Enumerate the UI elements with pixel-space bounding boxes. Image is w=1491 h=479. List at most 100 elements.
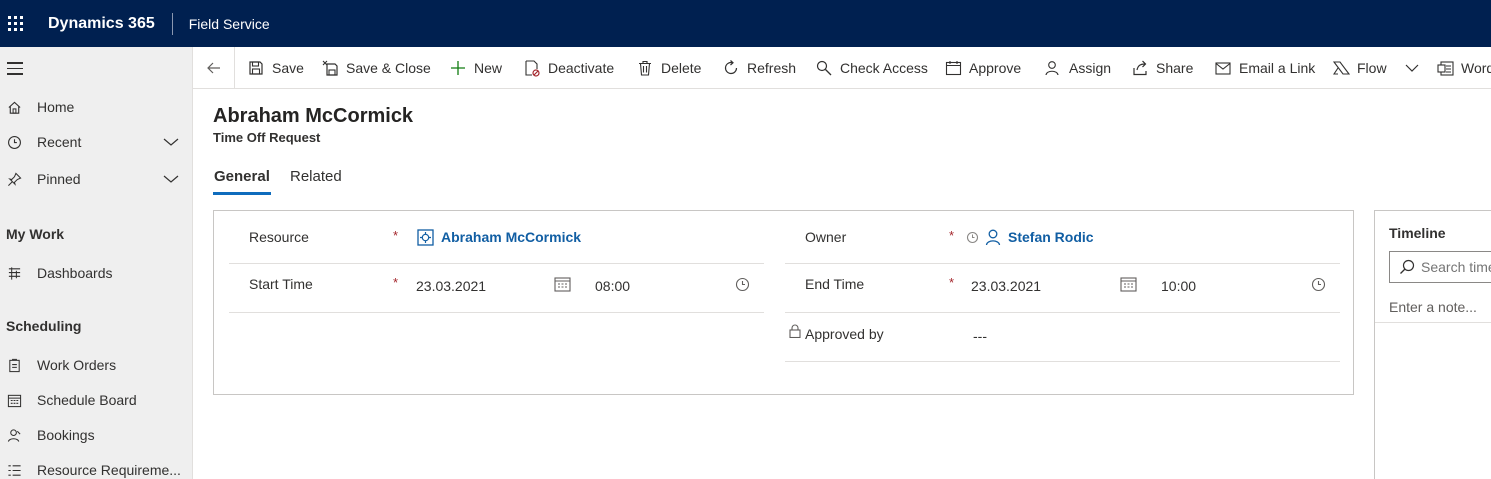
- timeline-search-input[interactable]: [1421, 259, 1491, 275]
- end-time-input[interactable]: 10:00: [1161, 278, 1196, 294]
- app-title[interactable]: Dynamics 365: [48, 15, 155, 33]
- clock-icon: [6, 134, 22, 150]
- list-icon: [6, 462, 22, 478]
- check-access-icon: [815, 59, 833, 77]
- command-bar: Save Save & Close New Deactivate Delete …: [193, 47, 1491, 89]
- nav-item-label: Work Orders: [37, 357, 117, 373]
- record-entity-name: Time Off Request: [213, 130, 321, 145]
- row-divider: [785, 361, 1340, 362]
- sitemap-nav: Home Recent Pinned My Work Dashboards Sc…: [0, 47, 193, 479]
- nav-item-label: Pinned: [37, 171, 81, 187]
- word-icon: [1436, 59, 1454, 77]
- app-launcher-button[interactable]: [0, 0, 31, 47]
- row-divider: [785, 312, 1340, 313]
- title-divider: [171, 12, 173, 35]
- start-date-input[interactable]: 23.03.2021: [416, 278, 486, 294]
- nav-item-dashboards[interactable]: Dashboards: [0, 257, 193, 289]
- delete-button[interactable]: Delete: [636, 47, 701, 88]
- nav-item-resource-requirements[interactable]: Resource Requireme...: [0, 454, 193, 479]
- flow-icon: [1332, 59, 1350, 77]
- owner-label: Owner: [805, 229, 847, 245]
- flow-button[interactable]: Flow: [1332, 47, 1419, 88]
- timeline-panel: Timeline Enter a note...: [1374, 210, 1491, 479]
- nav-item-pinned[interactable]: Pinned: [0, 163, 193, 195]
- general-form-section: Resource * Abraham McCormick Start Time …: [213, 210, 1354, 395]
- tab-active-indicator: [213, 192, 271, 195]
- cmd-label: Share: [1156, 60, 1194, 76]
- record-title: Abraham McCormick: [213, 105, 414, 127]
- top-bar: Dynamics 365 Field Service: [0, 0, 1491, 47]
- email-link-button[interactable]: Email a Link: [1214, 47, 1316, 88]
- refresh-button[interactable]: Refresh: [722, 47, 796, 88]
- nav-item-recent[interactable]: Recent: [0, 126, 193, 158]
- refresh-icon: [722, 59, 740, 77]
- nav-item-label: Recent: [37, 134, 82, 150]
- save-icon: [247, 59, 265, 77]
- resource-label: Resource: [249, 229, 309, 245]
- cmd-label: Save & Close: [346, 60, 431, 76]
- pin-icon: [6, 171, 22, 187]
- waffle-icon: [8, 16, 23, 31]
- save-close-icon: [321, 59, 339, 77]
- nav-item-label: Resource Requireme...: [37, 462, 181, 478]
- approved-by-label: Approved by: [805, 326, 884, 342]
- nav-item-home[interactable]: Home: [0, 91, 193, 123]
- timeline-note-input[interactable]: Enter a note...: [1389, 299, 1477, 315]
- timeline-title: Timeline: [1389, 225, 1446, 241]
- row-divider: [785, 263, 1340, 264]
- required-marker: *: [949, 228, 955, 243]
- row-divider: [229, 263, 764, 264]
- required-marker: *: [393, 275, 399, 290]
- new-button[interactable]: New: [449, 47, 502, 88]
- start-time-input[interactable]: 08:00: [595, 278, 630, 294]
- share-icon: [1131, 59, 1149, 77]
- resource-lookup-link[interactable]: Abraham McCormick: [441, 229, 581, 245]
- required-marker: *: [949, 275, 955, 290]
- nav-group-scheduling: Scheduling: [6, 318, 82, 334]
- resource-entity-icon: [417, 229, 434, 249]
- calendar-icon[interactable]: [1120, 276, 1137, 295]
- assign-button[interactable]: Assign: [1044, 47, 1112, 88]
- calendar-icon[interactable]: [554, 276, 571, 295]
- nav-item-label: Dashboards: [37, 265, 113, 281]
- tab-related[interactable]: Related: [290, 168, 342, 185]
- nav-item-schedule-board[interactable]: Schedule Board: [0, 384, 193, 416]
- user-icon: [985, 229, 1001, 249]
- approve-button[interactable]: Approve: [944, 47, 1021, 88]
- module-name[interactable]: Field Service: [189, 16, 270, 32]
- cmd-label: Word: [1461, 60, 1491, 76]
- row-divider: [229, 312, 764, 313]
- share-button[interactable]: Share: [1131, 47, 1194, 88]
- chevron-down-icon[interactable]: [1405, 61, 1419, 75]
- save-button[interactable]: Save: [247, 47, 304, 88]
- save-close-button[interactable]: Save & Close: [321, 47, 431, 88]
- owner-lookup-link[interactable]: Stefan Rodic: [1008, 229, 1094, 245]
- nav-group-my-work: My Work: [6, 226, 65, 242]
- check-access-button[interactable]: Check Access: [815, 47, 928, 88]
- nav-item-label: Schedule Board: [37, 392, 137, 408]
- nav-item-work-orders[interactable]: Work Orders: [0, 349, 193, 381]
- clock-icon[interactable]: [735, 277, 750, 295]
- clock-icon[interactable]: [1311, 277, 1326, 295]
- chevron-down-icon[interactable]: [163, 134, 179, 153]
- lock-icon: [789, 324, 801, 341]
- end-time-label: End Time: [805, 276, 865, 292]
- word-templates-button[interactable]: Word: [1436, 47, 1491, 88]
- back-button[interactable]: [193, 47, 235, 88]
- cmd-label: Save: [272, 60, 304, 76]
- hamburger-menu-icon[interactable]: [7, 62, 23, 79]
- timeline-search-box[interactable]: [1389, 251, 1491, 283]
- cmd-label: Deactivate: [548, 60, 615, 76]
- chevron-down-icon[interactable]: [163, 171, 179, 190]
- timeline-divider: [1375, 322, 1491, 323]
- tab-general[interactable]: General: [214, 168, 270, 185]
- cmd-label: Assign: [1069, 60, 1112, 76]
- approved-by-value: ---: [973, 328, 987, 344]
- nav-item-bookings[interactable]: Bookings: [0, 419, 193, 451]
- cmd-label: Email a Link: [1239, 60, 1316, 76]
- clipboard-icon: [6, 357, 22, 373]
- end-date-input[interactable]: 23.03.2021: [971, 278, 1041, 294]
- deactivate-button[interactable]: Deactivate: [523, 47, 615, 88]
- trash-icon: [636, 59, 654, 77]
- deactivate-icon: [523, 59, 541, 77]
